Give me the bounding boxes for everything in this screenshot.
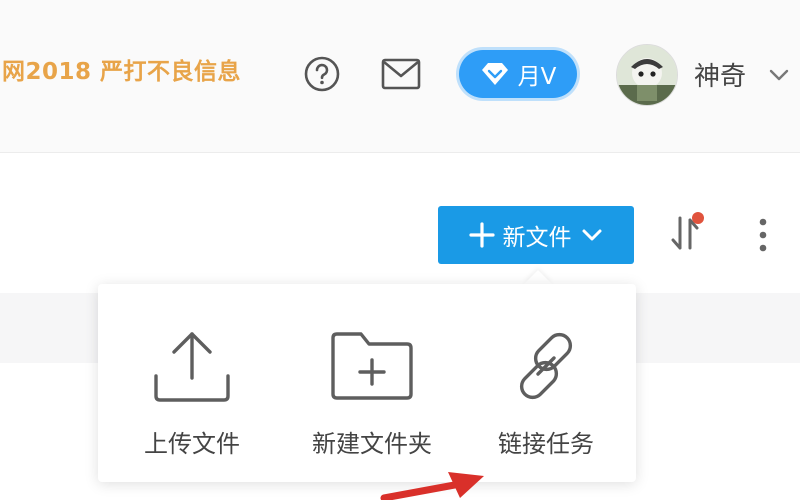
menu-item-label: 新建文件夹 <box>312 430 432 458</box>
vip-label: 月V <box>517 64 557 90</box>
envelope-icon <box>381 58 421 90</box>
chevron-down-icon[interactable] <box>766 62 792 88</box>
menu-item-label: 上传文件 <box>144 430 240 458</box>
help-button[interactable] <box>300 52 344 96</box>
sort-button[interactable] <box>666 210 706 256</box>
folder-plus-icon <box>331 332 413 400</box>
more-vertical-icon <box>759 218 767 252</box>
top-header: 网2018 严打不良信息 月V 神奇 <box>0 0 800 153</box>
avatar-image <box>617 45 677 105</box>
more-options-button[interactable] <box>748 214 778 256</box>
vip-badge[interactable]: 月V <box>459 50 577 98</box>
annotation-arrow <box>380 472 484 500</box>
menu-item-upload-file[interactable]: 上传文件 <box>122 284 262 482</box>
notification-dot <box>692 212 704 224</box>
menu-item-label: 链接任务 <box>498 430 594 458</box>
sort-icon <box>671 212 704 250</box>
username[interactable]: 神奇 <box>694 56 746 93</box>
notice-banner-text[interactable]: 网2018 严打不良信息 <box>2 52 241 86</box>
question-circle-icon <box>304 56 340 92</box>
plus-icon <box>468 222 495 248</box>
link-icon <box>519 332 573 400</box>
new-file-button[interactable]: 新文件 <box>438 206 634 264</box>
menu-item-new-folder[interactable]: 新建文件夹 <box>292 284 452 482</box>
messages-button[interactable] <box>378 54 424 94</box>
dropdown-pointer <box>524 270 552 284</box>
new-file-dropdown-menu: 上传文件 新建文件夹 链接任务 <box>98 284 636 482</box>
diamond-icon <box>481 63 508 85</box>
chevron-down-icon <box>582 229 601 241</box>
upload-icon <box>154 332 230 402</box>
menu-item-link-task[interactable]: 链接任务 <box>476 284 616 482</box>
avatar[interactable] <box>616 44 678 106</box>
new-file-label: 新文件 <box>502 225 572 251</box>
